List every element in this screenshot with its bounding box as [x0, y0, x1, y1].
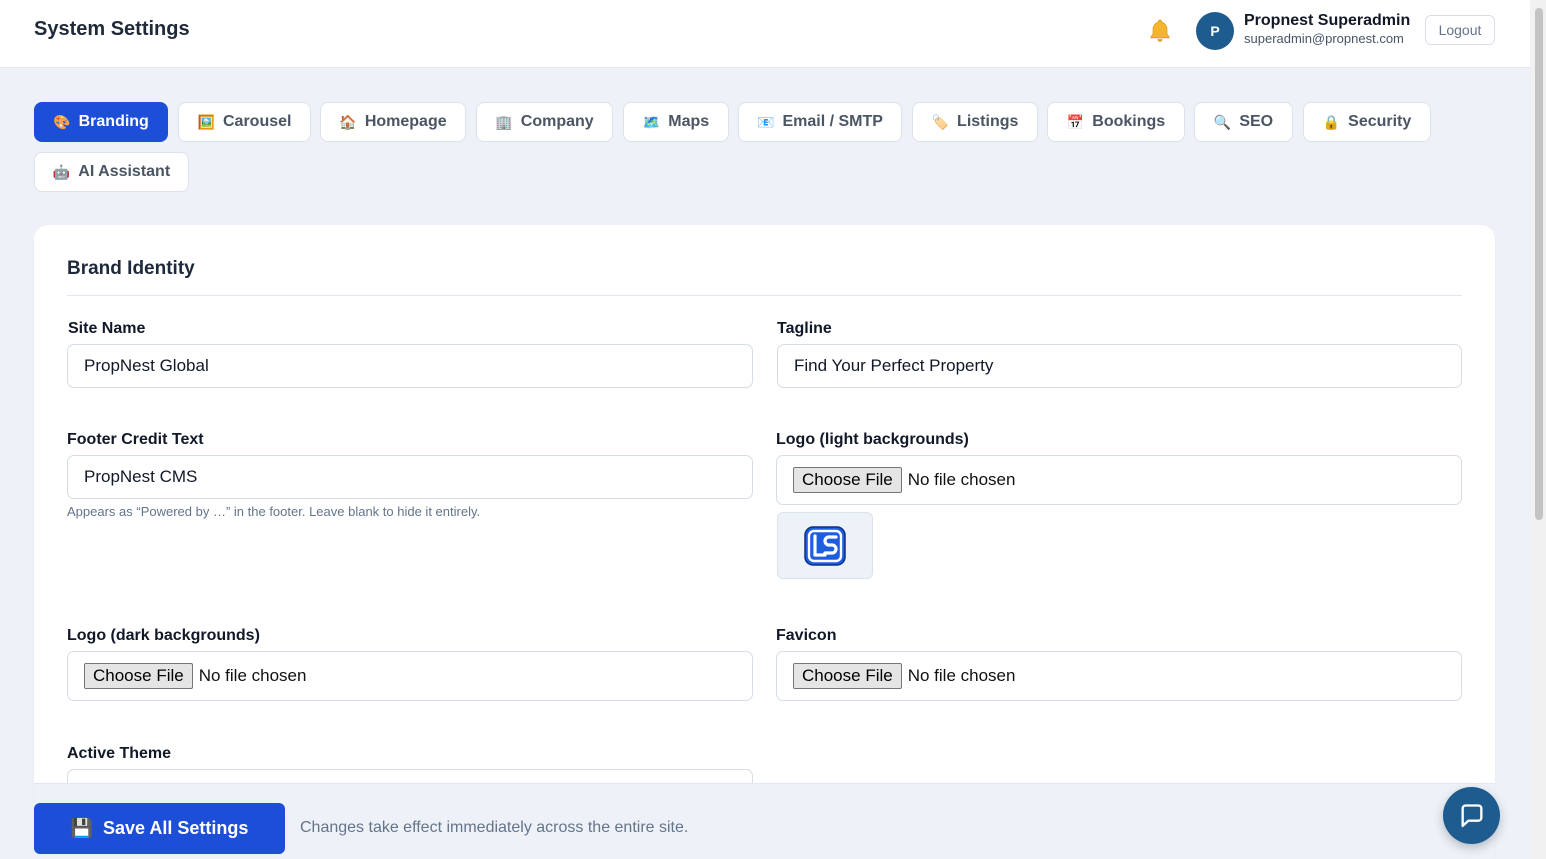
chat-button[interactable] — [1443, 787, 1500, 844]
tab-security[interactable]: 🔒 Security — [1303, 102, 1431, 142]
tab-label: Branding — [78, 113, 149, 130]
tab-listings[interactable]: 🏷️ Listings — [912, 102, 1038, 142]
file-status: No file chosen — [198, 666, 307, 685]
tagline-label: Tagline — [777, 320, 832, 337]
choose-file-button[interactable]: Choose File — [793, 467, 902, 493]
ls-logo-icon — [804, 525, 846, 566]
calendar-icon: 📅 — [1066, 114, 1085, 130]
save-all-button[interactable]: 💾 Save All Settings — [34, 803, 285, 854]
choose-file-button[interactable]: Choose File — [84, 663, 193, 689]
robot-icon: 🤖 — [52, 164, 71, 180]
avatar[interactable]: P — [1196, 12, 1234, 50]
logo-dark-file-input[interactable]: Choose File No file chosen — [67, 651, 753, 701]
lock-icon: 🔒 — [1322, 114, 1341, 130]
file-status: No file chosen — [907, 470, 1016, 489]
favicon-file-input[interactable]: Choose File No file chosen — [776, 651, 1462, 701]
tab-ai-assistant[interactable]: 🤖 AI Assistant — [34, 152, 189, 192]
user-email: superadmin@propnest.com — [1244, 31, 1404, 46]
building-icon: 🏢 — [495, 114, 513, 130]
tab-carousel[interactable]: 🖼️ Carousel — [178, 102, 311, 142]
logo-light-label: Logo (light backgrounds) — [776, 431, 969, 448]
bell-icon[interactable] — [1146, 17, 1174, 45]
section-title: Brand Identity — [67, 258, 195, 279]
footer-credit-hint: Appears as “Powered by …” in the footer.… — [67, 504, 481, 519]
tab-label: Company — [520, 113, 594, 130]
site-name-label: Site Name — [68, 320, 146, 337]
user-name: Propnest Superadmin — [1244, 12, 1411, 29]
tab-label: Homepage — [364, 113, 447, 130]
page-title: System Settings — [34, 18, 190, 40]
brand-identity-card — [34, 225, 1495, 859]
footer-credit-label: Footer Credit Text — [67, 431, 204, 448]
floppy-disk-icon: 💾 — [70, 818, 94, 838]
tab-label: Maps — [668, 113, 710, 130]
tab-label: Bookings — [1092, 113, 1166, 130]
tab-company[interactable]: 🏢 Company — [476, 102, 613, 142]
tagline-input[interactable] — [777, 344, 1462, 388]
palette-icon: 🎨 — [53, 114, 71, 130]
email-icon: 📧 — [757, 114, 775, 130]
save-button-label: Save All Settings — [103, 818, 249, 838]
tab-label: Email / SMTP — [782, 113, 883, 130]
tab-email-smtp[interactable]: 📧 Email / SMTP — [738, 102, 902, 142]
favicon-label: Favicon — [776, 627, 837, 644]
logout-button[interactable]: Logout — [1425, 15, 1495, 45]
footer-credit-input[interactable] — [67, 455, 753, 499]
logo-dark-label: Logo (dark backgrounds) — [67, 627, 260, 644]
chat-bubble-icon — [1461, 803, 1482, 827]
divider — [67, 295, 1462, 296]
house-icon: 🏠 — [339, 114, 357, 130]
tab-label: SEO — [1239, 113, 1274, 130]
choose-file-button[interactable]: Choose File — [793, 663, 902, 689]
picture-icon: 🖼️ — [197, 114, 215, 130]
file-status: No file chosen — [907, 666, 1016, 685]
save-note: Changes take effect immediately across t… — [300, 819, 689, 836]
tag-icon: 🏷️ — [931, 114, 950, 130]
tab-label: Carousel — [222, 113, 292, 130]
magnifier-icon: 🔍 — [1213, 114, 1232, 130]
tab-branding[interactable]: 🎨 Branding — [34, 102, 168, 142]
tab-homepage[interactable]: 🏠 Homepage — [320, 102, 466, 142]
tab-bookings[interactable]: 📅 Bookings — [1047, 102, 1185, 142]
tab-label: AI Assistant — [78, 163, 171, 180]
active-theme-label: Active Theme — [67, 745, 172, 762]
logo-preview — [777, 512, 873, 579]
site-name-input[interactable] — [67, 344, 753, 388]
tab-seo[interactable]: 🔍 SEO — [1194, 102, 1293, 142]
tab-label: Listings — [957, 113, 1019, 130]
scrollbar-thumb[interactable] — [1535, 8, 1543, 520]
logo-light-file-input[interactable]: Choose File No file chosen — [776, 455, 1462, 505]
tab-maps[interactable]: 🗺️ Maps — [623, 102, 729, 142]
map-icon: 🗺️ — [642, 114, 661, 130]
tab-label: Security — [1348, 113, 1412, 130]
